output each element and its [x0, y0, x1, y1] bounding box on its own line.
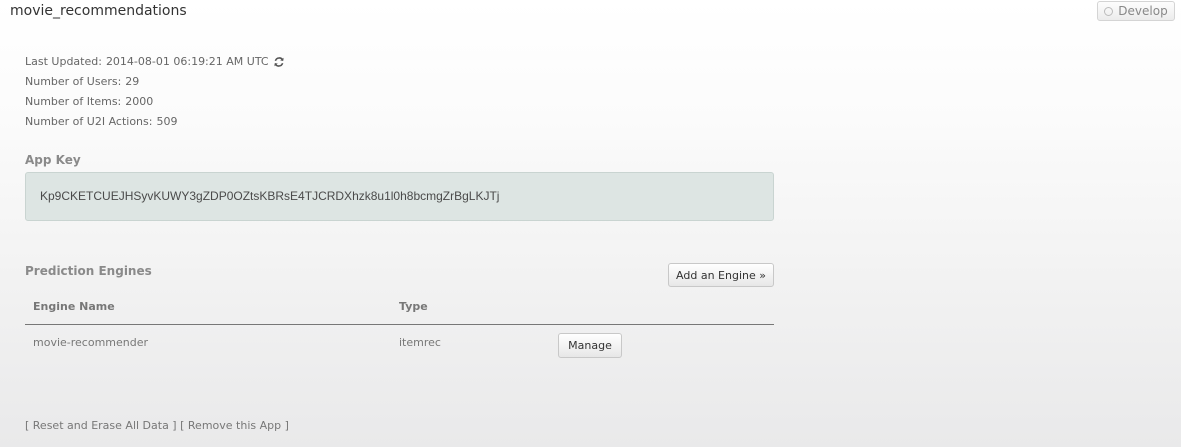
actions-count-value: 509 — [156, 115, 178, 128]
users-count-line: Number of Users: 29 — [25, 72, 285, 92]
table-header: Engine Name Type — [25, 288, 774, 325]
add-engine-button[interactable]: Add an Engine » — [668, 263, 774, 287]
table-row: movie-recommender itemrec Manage — [25, 325, 774, 363]
users-count-value: 29 — [125, 75, 140, 88]
app-key-field[interactable]: Kp9CKETCUEJHSyvKUWY3gZDP0OZtsKBRsE4TJCRD… — [25, 172, 774, 221]
last-updated-value: 2014-08-01 06:19:21 AM UTC — [105, 55, 269, 68]
reset-data-link[interactable]: [ Reset and Erase All Data ] — [25, 419, 177, 432]
manage-engine-button[interactable]: Manage — [558, 333, 622, 358]
users-count-label: Number of Users: — [25, 75, 122, 88]
last-updated-label: Last Updated: — [25, 55, 102, 68]
refresh-icon[interactable] — [273, 56, 285, 68]
engine-type-cell: itemrec — [399, 336, 441, 349]
develop-button-label: Develop — [1118, 4, 1168, 18]
engine-name-cell: movie-recommender — [33, 336, 149, 349]
items-count-value: 2000 — [125, 95, 154, 108]
develop-button[interactable]: Develop — [1097, 1, 1175, 21]
remove-app-link[interactable]: [ Remove this App ] — [180, 419, 289, 432]
app-stats: Last Updated: 2014-08-01 06:19:21 AM UTC… — [25, 52, 285, 132]
items-count-line: Number of Items: 2000 — [25, 92, 285, 112]
column-header-type: Type — [399, 300, 428, 313]
gear-icon — [1104, 6, 1114, 16]
last-updated-line: Last Updated: 2014-08-01 06:19:21 AM UTC — [25, 52, 285, 72]
actions-count-line: Number of U2I Actions: 509 — [25, 112, 285, 132]
column-header-engine-name: Engine Name — [33, 300, 115, 313]
footer-links: [ Reset and Erase All Data ] [ Remove th… — [25, 419, 289, 432]
prediction-engines-heading: Prediction Engines — [25, 264, 152, 278]
app-title: movie_recommendations — [10, 3, 187, 19]
items-count-label: Number of Items: — [25, 95, 122, 108]
engines-table: Engine Name Type movie-recommender itemr… — [25, 288, 774, 363]
actions-count-label: Number of U2I Actions: — [25, 115, 153, 128]
app-key-heading: App Key — [25, 153, 81, 167]
